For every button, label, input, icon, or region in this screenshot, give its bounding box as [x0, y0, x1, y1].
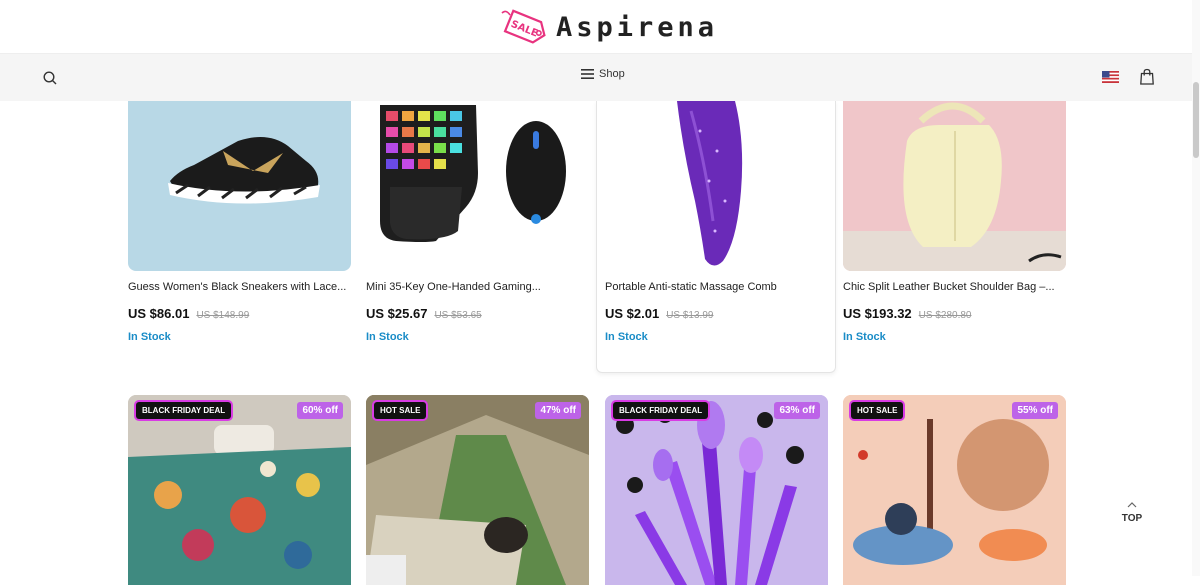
brand-logo[interactable]: SALE Aspirena — [498, 6, 718, 48]
back-to-top-button[interactable]: TOP — [1117, 501, 1147, 524]
stock-status: In Stock — [605, 331, 648, 343]
product-card[interactable]: Mini 35-Key One-Handed Gaming... US $25.… — [366, 101, 589, 343]
product-old-price: US $13.99 — [666, 310, 714, 321]
keyboard-mouse-illustration — [380, 105, 566, 242]
shop-label: Shop — [599, 68, 625, 80]
product-old-price: US $280.80 — [918, 310, 972, 321]
discount-badge: 63% off — [774, 402, 820, 419]
bag-illustration — [843, 102, 1066, 271]
product-image-comb[interactable] — [605, 101, 828, 271]
product-image-keyboard[interactable] — [366, 101, 589, 271]
stock-status: In Stock — [128, 331, 171, 343]
product-old-price: US $148.99 — [196, 310, 250, 321]
deal-card[interactable]: BLACK FRIDAY DEAL 63% off — [605, 395, 828, 585]
shop-menu-button[interactable]: Shop — [581, 68, 625, 80]
stock-status: In Stock — [366, 331, 409, 343]
product-name[interactable]: Portable Anti-static Massage Comb — [605, 281, 828, 297]
discount-badge: 60% off — [297, 402, 343, 419]
scrollbar[interactable] — [1192, 0, 1200, 576]
product-card[interactable]: Chic Split Leather Bucket Shoulder Bag –… — [843, 101, 1066, 343]
sale-tag-icon: SALE — [501, 9, 546, 44]
product-card[interactable]: Guess Women's Black Sneakers with Lace..… — [128, 101, 351, 343]
product-card[interactable]: Portable Anti-static Massage Comb US $2.… — [605, 101, 828, 343]
product-image-bag[interactable] — [843, 101, 1066, 271]
us-flag-icon[interactable] — [1102, 71, 1119, 83]
deal-card[interactable]: HOT SALE 47% off — [366, 395, 589, 585]
deal-badge: BLACK FRIDAY DEAL — [136, 402, 232, 419]
brand-name: Aspirena — [556, 11, 719, 43]
sneaker-illustration — [168, 137, 320, 204]
discount-badge: 47% off — [535, 402, 581, 419]
decor-illustration — [843, 395, 1066, 585]
deal-badge: BLACK FRIDAY DEAL — [613, 402, 709, 419]
menu-icon — [581, 69, 594, 79]
product-name[interactable]: Mini 35-Key One-Handed Gaming... — [366, 281, 589, 297]
deal-card[interactable]: HOT SALE 55% off — [843, 395, 1066, 585]
header: SALE Aspirena — [0, 0, 1200, 54]
product-image-sneakers[interactable] — [128, 101, 351, 271]
chevron-up-icon — [1127, 502, 1137, 508]
product-old-price: US $53.65 — [434, 310, 482, 321]
scrollbar-thumb[interactable] — [1193, 82, 1199, 158]
nav-bar: Shop — [0, 54, 1200, 101]
product-name[interactable]: Guess Women's Black Sneakers with Lace..… — [128, 281, 351, 297]
discount-badge: 55% off — [1012, 402, 1058, 419]
product-price: US $2.01 — [605, 306, 660, 321]
stock-status: In Stock — [843, 331, 886, 343]
product-price: US $86.01 — [128, 306, 190, 321]
shopping-bag-icon[interactable] — [1139, 68, 1155, 86]
deal-badge: HOT SALE — [374, 402, 427, 419]
deal-card[interactable]: BLACK FRIDAY DEAL 60% off — [128, 395, 351, 585]
search-icon[interactable] — [41, 69, 59, 87]
brushes-illustration — [605, 395, 828, 585]
tent-illustration — [366, 395, 589, 585]
blanket-illustration — [128, 395, 351, 585]
comb-illustration — [677, 101, 743, 266]
back-to-top-label: TOP — [1121, 513, 1143, 524]
deal-badge: HOT SALE — [851, 402, 904, 419]
product-price: US $193.32 — [843, 306, 912, 321]
product-price: US $25.67 — [366, 306, 428, 321]
product-name[interactable]: Chic Split Leather Bucket Shoulder Bag –… — [843, 281, 1066, 297]
